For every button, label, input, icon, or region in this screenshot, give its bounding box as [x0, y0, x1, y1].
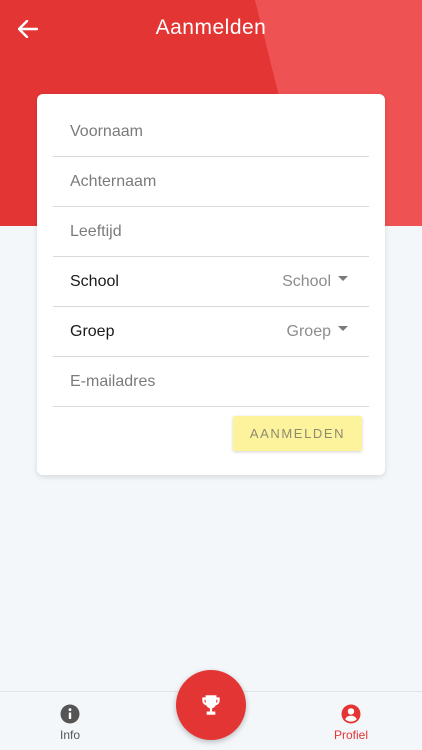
last-name-field[interactable]: Achternaam	[53, 157, 369, 207]
nav-label-info: Info	[59, 728, 80, 742]
school-select-value: School	[282, 272, 331, 290]
signup-button[interactable]: AANMELDEN	[233, 416, 362, 451]
caret-down-icon	[338, 326, 348, 331]
first-name-field[interactable]: Voornaam	[53, 107, 369, 157]
age-field[interactable]: Leeftijd	[53, 207, 369, 257]
info-icon	[60, 704, 80, 724]
trophy-fab-button[interactable]	[176, 670, 246, 740]
trophy-icon	[202, 695, 220, 715]
school-field: School School	[53, 257, 369, 307]
first-name-placeholder: Voornaam	[70, 122, 143, 140]
signup-screen: Aanmelden Voornaam Achternaam Leeftijd S…	[0, 0, 422, 750]
page-title: Aanmelden	[155, 16, 267, 39]
group-field: Groep Groep	[53, 307, 369, 357]
nav-item-profile[interactable]: Profiel	[311, 692, 391, 750]
last-name-placeholder: Achternaam	[70, 172, 157, 190]
email-field[interactable]: E-mailadres	[53, 357, 369, 407]
group-label: Groep	[70, 322, 115, 340]
account-circle-icon	[341, 704, 361, 724]
age-placeholder: Leeftijd	[70, 222, 122, 240]
signup-form-card: Voornaam Achternaam Leeftijd School Scho…	[37, 94, 385, 475]
email-placeholder: E-mailadres	[70, 372, 156, 390]
school-label: School	[70, 272, 119, 290]
nav-label-profile: Profiel	[333, 728, 368, 742]
caret-down-icon	[338, 276, 348, 281]
nav-item-info[interactable]: Info	[30, 692, 110, 750]
group-select-value: Groep	[286, 322, 331, 340]
group-select[interactable]: Groep	[287, 323, 348, 341]
school-select[interactable]: School	[282, 273, 348, 291]
